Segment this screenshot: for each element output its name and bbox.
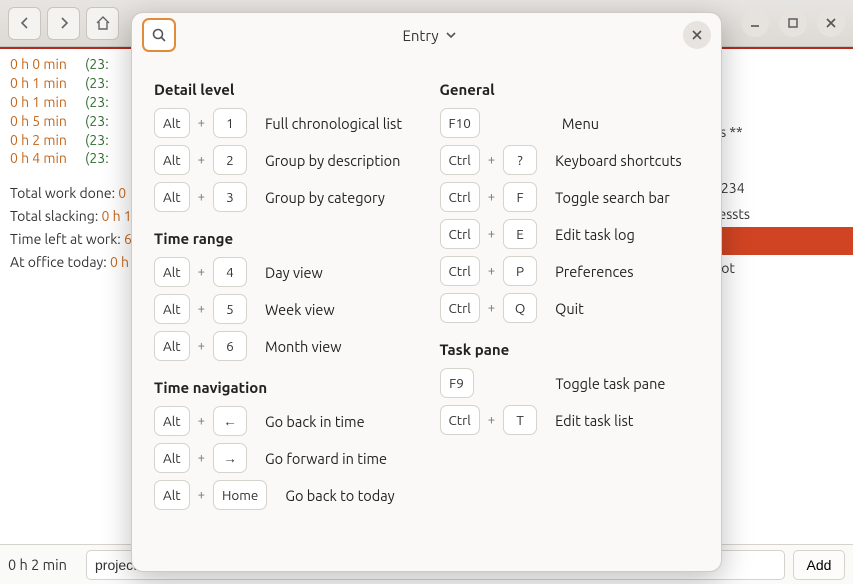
shortcut-label: Toggle search bar xyxy=(555,189,670,206)
section-title-taskpane: Task pane xyxy=(440,341,700,358)
close-dialog-button[interactable] xyxy=(683,21,711,49)
plus-icon: + xyxy=(198,339,205,353)
plus-icon: + xyxy=(198,488,205,502)
shortcut-row: Alt +3 Group by category xyxy=(154,182,414,212)
dialog-header: Entry xyxy=(132,13,721,57)
keycap: ? xyxy=(503,145,537,175)
plus-icon: + xyxy=(198,190,205,204)
shortcut-label: Edit task log xyxy=(555,226,635,243)
shortcut-label: Edit task list xyxy=(555,412,633,429)
keycap: F9 xyxy=(440,368,474,398)
keycap: → xyxy=(213,443,247,473)
plus-icon: + xyxy=(198,265,205,279)
shortcut-row: Alt + → Go forward in time xyxy=(154,443,414,473)
shortcut-row: Alt +4 Day view xyxy=(154,257,414,287)
keycap: Alt xyxy=(154,480,190,510)
shortcut-label: Go forward in time xyxy=(265,450,387,467)
search-button[interactable] xyxy=(142,18,176,52)
shortcut-label: Go back to today xyxy=(285,487,394,504)
keycap: P xyxy=(503,256,537,286)
keycap: 4 xyxy=(213,257,247,287)
plus-icon: + xyxy=(198,153,205,167)
keycap: Alt xyxy=(154,331,190,361)
shortcut-row: Ctrl +? Keyboard shortcuts xyxy=(440,145,700,175)
shortcut-label: Preferences xyxy=(555,263,633,280)
section-title-nav: Time navigation xyxy=(154,379,414,396)
keycap: 3 xyxy=(213,182,247,212)
shortcut-row: Alt +6 Month view xyxy=(154,331,414,361)
shortcut-label: Keyboard shortcuts xyxy=(555,152,682,169)
shortcut-row: Alt + ← Go back in time xyxy=(154,406,414,436)
shortcut-row: F9 Toggle task pane xyxy=(440,368,700,398)
plus-icon: + xyxy=(488,264,495,278)
keycap: 6 xyxy=(213,331,247,361)
section-title-range: Time range xyxy=(154,230,414,247)
shortcut-row: Ctrl + T Edit task list xyxy=(440,405,700,435)
shortcut-label: Month view xyxy=(265,338,342,355)
shortcut-label: Menu xyxy=(562,115,599,132)
plus-icon: + xyxy=(198,414,205,428)
keycap: Alt xyxy=(154,443,190,473)
keycap: T xyxy=(503,405,537,435)
plus-icon: + xyxy=(488,413,495,427)
keycap: E xyxy=(503,219,537,249)
keycap: Ctrl xyxy=(440,293,480,323)
chevron-down-icon xyxy=(445,30,457,40)
dialog-body: Detail level Alt +1 Full chronological lis… xyxy=(132,57,721,537)
shortcut-row: Ctrl + F Toggle search bar xyxy=(440,182,700,212)
keycap: Ctrl xyxy=(440,219,480,249)
shortcut-label: Day view xyxy=(265,264,323,281)
section-dropdown[interactable]: Entry xyxy=(402,27,456,44)
keycap: Alt xyxy=(154,294,190,324)
shortcut-label: Go back in time xyxy=(265,413,365,430)
keycap: 1 xyxy=(213,108,247,138)
keycap: F xyxy=(503,182,537,212)
plus-icon: + xyxy=(198,116,205,130)
shortcuts-dialog: Entry Detail level Alt +1 Full chronologic… xyxy=(131,12,722,572)
keycap: Home xyxy=(213,480,267,510)
shortcut-label: Toggle task pane xyxy=(556,375,666,392)
left-column: Detail level Alt +1 Full chronological lis… xyxy=(154,63,414,517)
keycap: Ctrl xyxy=(440,256,480,286)
section-title-general: General xyxy=(440,81,700,98)
shortcut-row: F10 Menu xyxy=(440,108,700,138)
keycap: Alt xyxy=(154,406,190,436)
keycap: F10 xyxy=(440,108,480,138)
right-column: General F10 Menu Ctrl +? Keyboard shortcuts… xyxy=(440,63,700,517)
keycap: Q xyxy=(503,293,537,323)
plus-icon: + xyxy=(198,451,205,465)
plus-icon: + xyxy=(488,227,495,241)
keycap: 2 xyxy=(213,145,247,175)
plus-icon: + xyxy=(488,153,495,167)
shortcut-row: Alt +2 Group by description xyxy=(154,145,414,175)
keycap: 5 xyxy=(213,294,247,324)
shortcut-label: Week view xyxy=(265,301,335,318)
keycap: Alt xyxy=(154,257,190,287)
keycap: Alt xyxy=(154,182,190,212)
shortcut-row: Alt + Home Go back to today xyxy=(154,480,414,510)
plus-icon: + xyxy=(488,301,495,315)
shortcut-label: Quit xyxy=(555,300,584,317)
shortcut-row: Ctrl + E Edit task log xyxy=(440,219,700,249)
shortcut-label: Group by category xyxy=(265,189,385,206)
shortcut-row: Ctrl + Q Quit xyxy=(440,293,700,323)
shortcuts-overlay: Entry Detail level Alt +1 Full chronologic… xyxy=(0,0,853,584)
shortcut-label: Group by description xyxy=(265,152,400,169)
shortcut-row: Alt +5 Week view xyxy=(154,294,414,324)
keycap: Alt xyxy=(154,108,190,138)
plus-icon: + xyxy=(198,302,205,316)
keycap: Ctrl xyxy=(440,405,480,435)
plus-icon: + xyxy=(488,190,495,204)
keycap: Alt xyxy=(154,145,190,175)
dropdown-label: Entry xyxy=(402,27,438,44)
shortcut-row: Alt +1 Full chronological list xyxy=(154,108,414,138)
keycap: Ctrl xyxy=(440,182,480,212)
shortcut-label: Full chronological list xyxy=(265,115,402,132)
keycap: Ctrl xyxy=(440,145,480,175)
shortcut-row: Ctrl + P Preferences xyxy=(440,256,700,286)
section-title-detail: Detail level xyxy=(154,81,414,98)
keycap: ← xyxy=(213,406,247,436)
